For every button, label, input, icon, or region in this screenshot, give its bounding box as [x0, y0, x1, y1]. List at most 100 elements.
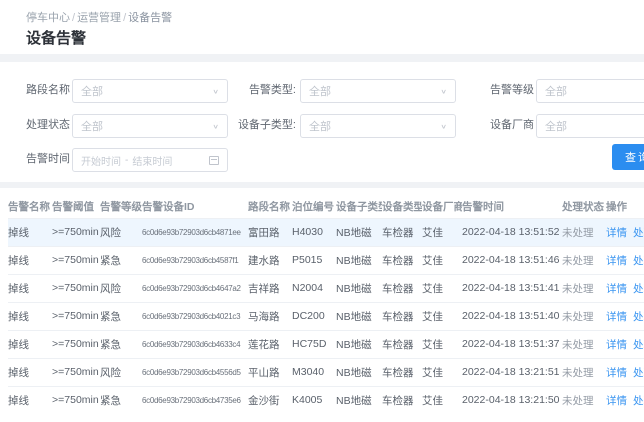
header-cell: 告警名称	[8, 196, 52, 218]
cell-status: 未处理	[562, 246, 606, 274]
table-header-row: 告警名称告警阈值告警等级告警设备ID路段名称泊位编号设备子类型设备类型设备厂商告…	[8, 196, 644, 218]
handle-link[interactable]: 处理	[633, 339, 644, 351]
search-button[interactable]: 查询	[612, 144, 644, 170]
detail-link[interactable]: 详情	[606, 395, 627, 407]
detail-link[interactable]: 详情	[606, 255, 627, 267]
cell-street: 马海路	[248, 302, 292, 330]
cell-time: 2022-04-18 13:51:37	[462, 330, 562, 358]
header-cell: 告警时间	[462, 196, 562, 218]
table-body: 掉线>=750min风险6c0d6e93b72903d6cb4871ee富田路H…	[8, 218, 644, 414]
cell-type: 车检器	[382, 330, 422, 358]
breadcrumb-separator: /	[72, 12, 75, 24]
header-cell: 泊位编号	[292, 196, 336, 218]
cell-street: 富田路	[248, 218, 292, 246]
handle-link[interactable]: 处理	[633, 283, 644, 295]
header-cell: 告警阈值	[52, 196, 100, 218]
cell-name: 掉线	[8, 358, 52, 386]
cell-threshold: >=750min	[52, 246, 100, 274]
cell-actions: 详情处理	[606, 218, 644, 246]
header-cell: 设备子类型	[336, 196, 382, 218]
cell-actions: 详情处理	[606, 386, 644, 414]
table-row[interactable]: 掉线>=750min风险6c0d6e93b72903d6cb4556d5平山路M…	[8, 358, 644, 386]
cell-type: 车检器	[382, 246, 422, 274]
cell-name: 掉线	[8, 246, 52, 274]
cell-time: 2022-04-18 13:21:50	[462, 386, 562, 414]
chevron-down-icon: ∨	[212, 87, 219, 95]
detail-link[interactable]: 详情	[606, 367, 627, 379]
cell-subtype: NB地磁	[336, 274, 382, 302]
cell-device_id: 6c0d6e93b72903d6cb4633c4	[142, 330, 248, 358]
handle-link[interactable]: 处理	[633, 367, 644, 379]
cell-type: 车检器	[382, 302, 422, 330]
alarm-type-select[interactable]: 全部 ∨	[300, 79, 456, 103]
cell-subtype: NB地磁	[336, 302, 382, 330]
cell-device_id: 6c0d6e93b72903d6cb4556d5	[142, 358, 248, 386]
cell-street: 金沙街	[248, 386, 292, 414]
chevron-down-icon: ∨	[440, 87, 447, 95]
device-subtype-select-value: 全部	[309, 118, 440, 134]
cell-status: 未处理	[562, 330, 606, 358]
device-vendor-select-value: 全部	[545, 118, 644, 134]
alarm-time-range-picker[interactable]: 开始时间 - 结束时间	[72, 148, 228, 172]
header-cell: 操作	[606, 196, 644, 218]
table-row[interactable]: 掉线>=750min紧急6c0d6e93b72903d6cb4587f1建水路P…	[8, 246, 644, 274]
cell-status: 未处理	[562, 386, 606, 414]
handle-link[interactable]: 处理	[633, 311, 644, 323]
handle-status-select-value: 全部	[81, 118, 212, 134]
cell-subtype: NB地磁	[336, 386, 382, 414]
handle-link[interactable]: 处理	[633, 227, 644, 239]
cell-subtype: NB地磁	[336, 358, 382, 386]
detail-link[interactable]: 详情	[606, 283, 627, 295]
alarm-type-select-value: 全部	[309, 83, 440, 99]
filter-panel: 路段名称 全部 ∨ 告警类型: 全部 ∨ 告警等级 全部 ∨ 处理状态 全部 ∨…	[0, 62, 644, 182]
cell-level: 紧急	[100, 246, 142, 274]
cell-vendor: 艾佳	[422, 358, 462, 386]
cell-berth: H4030	[292, 218, 336, 246]
chevron-down-icon: ∨	[212, 122, 219, 130]
handle-status-select[interactable]: 全部 ∨	[72, 114, 228, 138]
table-row[interactable]: 掉线>=750min紧急6c0d6e93b72903d6cb4633c4莲花路H…	[8, 330, 644, 358]
breadcrumb-separator: /	[123, 12, 126, 24]
table-row[interactable]: 掉线>=750min风险6c0d6e93b72903d6cb4871ee富田路H…	[8, 218, 644, 246]
header-cell: 告警等级	[100, 196, 142, 218]
cell-type: 车检器	[382, 218, 422, 246]
detail-link[interactable]: 详情	[606, 311, 627, 323]
table-row[interactable]: 掉线>=750min风险6c0d6e93b72903d6cb4647a2吉祥路N…	[8, 274, 644, 302]
road-name-select[interactable]: 全部 ∨	[72, 79, 228, 103]
cell-type: 车检器	[382, 386, 422, 414]
cell-threshold: >=750min	[52, 330, 100, 358]
table-row[interactable]: 掉线>=750min紧急6c0d6e93b72903d6cb4021c3马海路D…	[8, 302, 644, 330]
filter-label-road: 路段名称	[26, 79, 70, 101]
cell-threshold: >=750min	[52, 302, 100, 330]
handle-link[interactable]: 处理	[633, 395, 644, 407]
range-separator: -	[125, 155, 128, 166]
breadcrumb: 停车中心/运营管理/设备告警	[26, 9, 172, 25]
cell-name: 掉线	[8, 218, 52, 246]
device-vendor-select[interactable]: 全部 ∨	[536, 114, 644, 138]
breadcrumb-item[interactable]: 运营管理	[77, 12, 121, 24]
detail-link[interactable]: 详情	[606, 339, 627, 351]
cell-berth: DC200	[292, 302, 336, 330]
cell-threshold: >=750min	[52, 386, 100, 414]
cell-level: 紧急	[100, 330, 142, 358]
cell-time: 2022-04-18 13:21:51	[462, 358, 562, 386]
alarm-level-select[interactable]: 全部 ∨	[536, 79, 644, 103]
cell-level: 风险	[100, 358, 142, 386]
cell-actions: 详情处理	[606, 274, 644, 302]
header-cell: 设备类型	[382, 196, 422, 218]
cell-street: 莲花路	[248, 330, 292, 358]
cell-subtype: NB地磁	[336, 330, 382, 358]
handle-link[interactable]: 处理	[633, 255, 644, 267]
table-row[interactable]: 掉线>=750min紧急6c0d6e93b72903d6cb4735e6金沙街K…	[8, 386, 644, 414]
alarm-level-select-value: 全部	[545, 83, 644, 99]
road-name-select-value: 全部	[81, 83, 212, 99]
cell-vendor: 艾佳	[422, 218, 462, 246]
cell-level: 紧急	[100, 386, 142, 414]
device-subtype-select[interactable]: 全部 ∨	[300, 114, 456, 138]
cell-level: 紧急	[100, 302, 142, 330]
cell-street: 建水路	[248, 246, 292, 274]
detail-link[interactable]: 详情	[606, 227, 627, 239]
breadcrumb-item[interactable]: 停车中心	[26, 12, 70, 24]
cell-device_id: 6c0d6e93b72903d6cb4021c3	[142, 302, 248, 330]
cell-time: 2022-04-18 13:51:46	[462, 246, 562, 274]
